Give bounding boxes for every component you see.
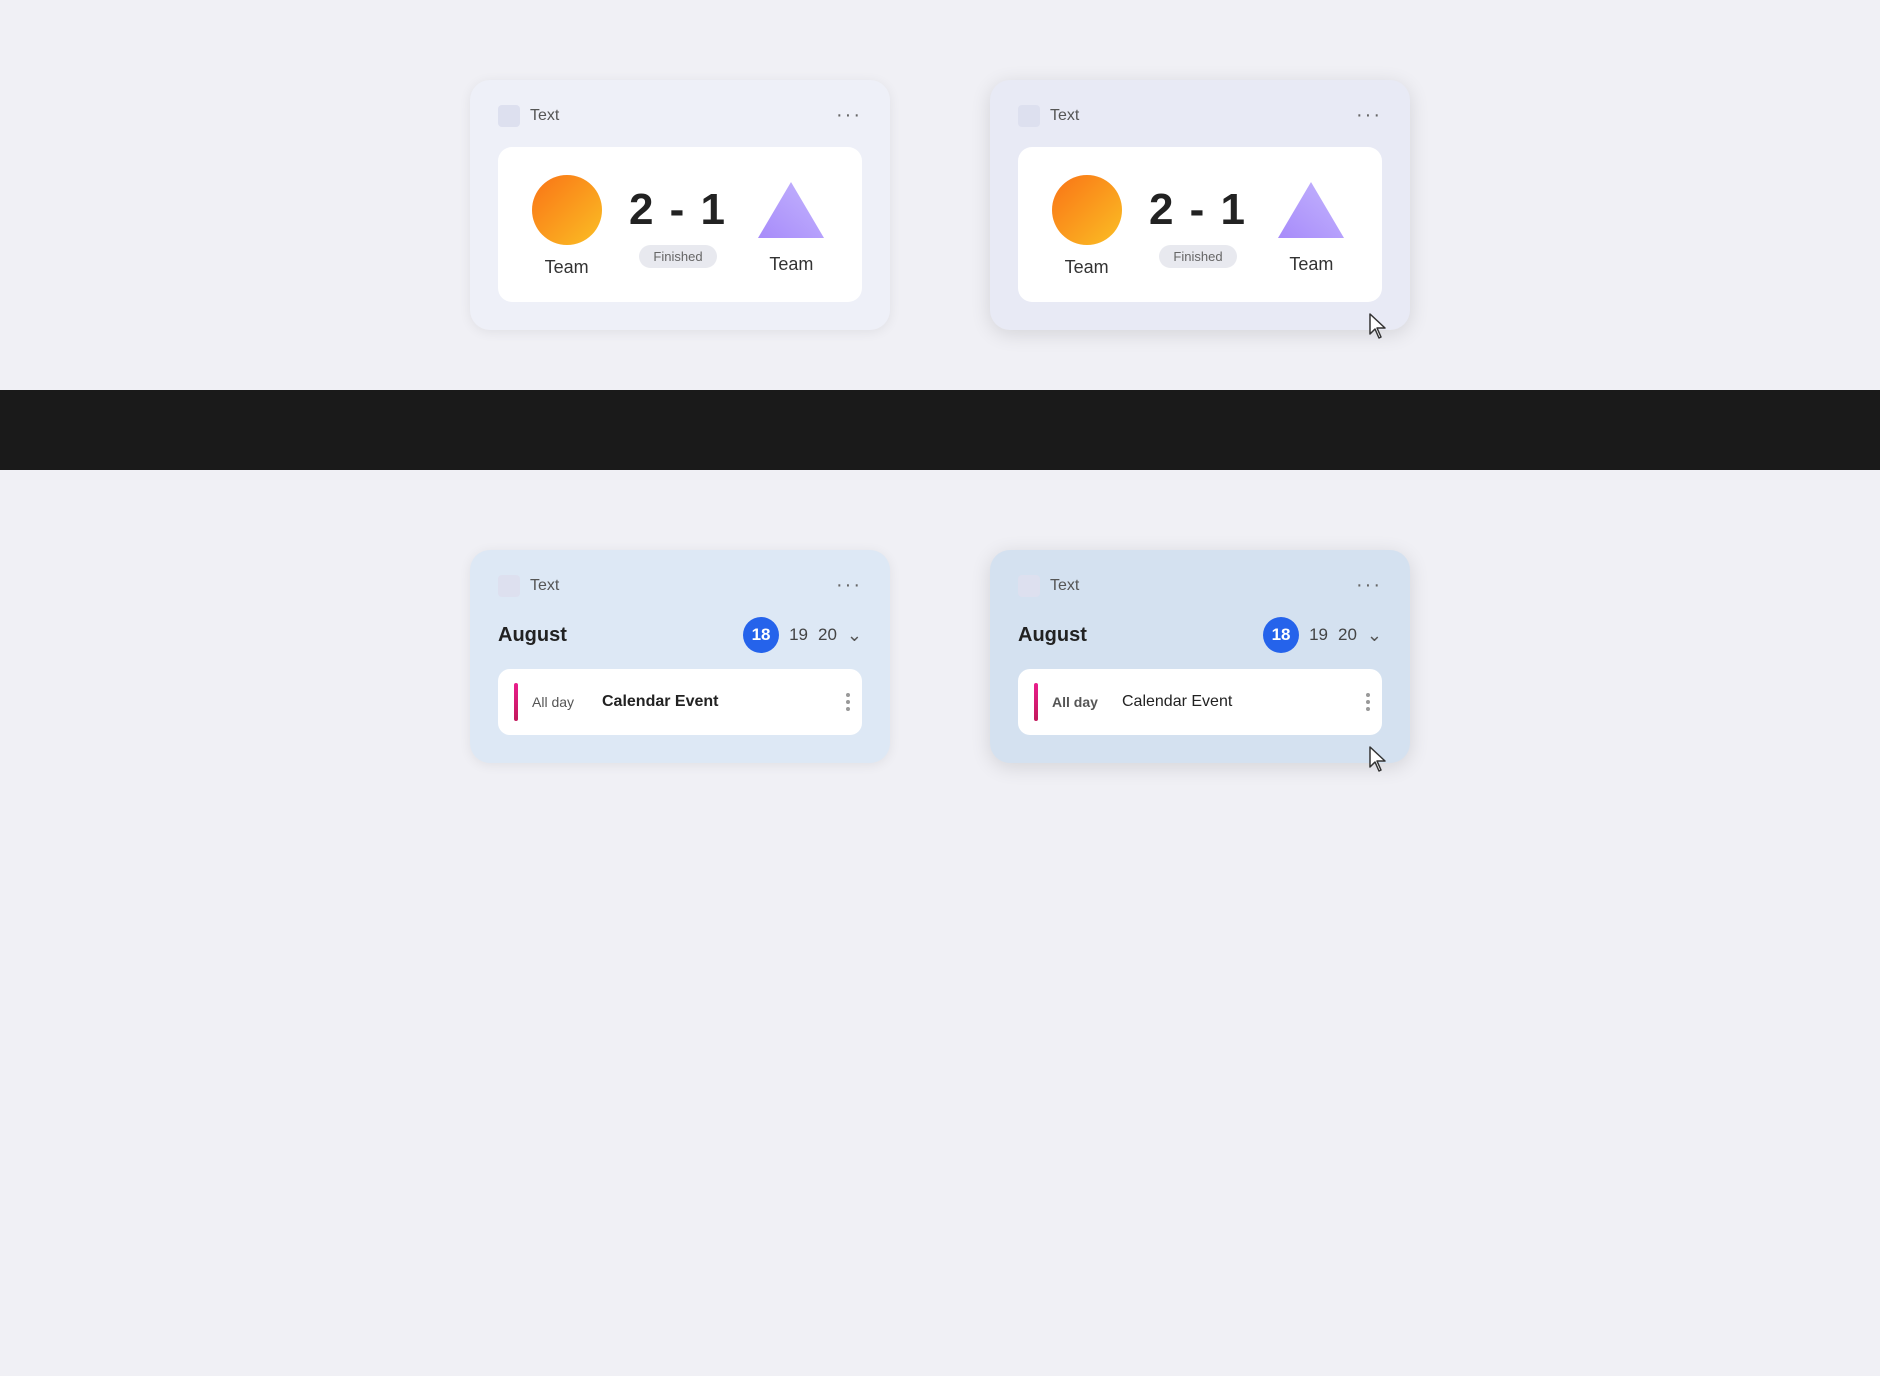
calendar-card-left: Text ··· August 18 19 20 ⌄ All day Calen… <box>470 550 890 763</box>
team2-name-right: Team <box>1289 254 1333 275</box>
team1-name-left: Team <box>545 257 589 278</box>
score-center-right: 2 - 1 Finished <box>1149 185 1247 268</box>
team1-block-right: Team <box>1052 175 1122 278</box>
cal-month-right: August <box>1018 624 1087 647</box>
bottom-section: Text ··· August 18 19 20 ⌄ All day Calen… <box>0 470 1880 823</box>
card-header-right-group: Text <box>1018 105 1079 127</box>
status-badge-left: Finished <box>639 245 716 268</box>
score-value-left: 2 - 1 <box>629 185 727 235</box>
card-header-left-group: Text <box>498 105 559 127</box>
event-dot1-left <box>846 693 850 697</box>
header-icon-right <box>1018 105 1040 127</box>
score-inner-left: Team 2 - 1 Finished Team <box>498 147 862 302</box>
cal-event-row-left[interactable]: All day Calendar Event <box>498 669 862 735</box>
cal-date-19-left[interactable]: 19 <box>789 625 808 645</box>
cal-event-row-right[interactable]: All day Calendar Event <box>1018 669 1382 735</box>
team1-name-right: Team <box>1065 257 1109 278</box>
cal-header-right: Text ··· <box>1018 574 1382 597</box>
team2-logo-left <box>754 178 828 242</box>
event-allday-right: All day <box>1052 694 1108 710</box>
card-header-left: Text ··· <box>498 104 862 127</box>
score-value-right: 2 - 1 <box>1149 185 1247 235</box>
cal-chevron-right[interactable]: ⌄ <box>1367 625 1382 646</box>
cal-more-left[interactable]: ··· <box>836 574 862 597</box>
card-title-left: Text <box>530 107 559 125</box>
event-title-left: Calendar Event <box>602 693 718 711</box>
score-card-left: Text ··· Team 2 - 1 Finished <box>470 80 890 330</box>
cal-date-20-right[interactable]: 20 <box>1338 625 1357 645</box>
event-dot3-right <box>1366 707 1370 711</box>
team2-name-left: Team <box>769 254 813 275</box>
score-card-right: Text ··· Team 2 - 1 Finished <box>990 80 1410 330</box>
cal-header-icon-right <box>1018 575 1040 597</box>
event-dot2-left <box>846 700 850 704</box>
cal-header-left: Text ··· <box>498 574 862 597</box>
cal-title-right: Text <box>1050 577 1079 595</box>
team1-logo-left <box>532 175 602 245</box>
cursor-icon-calendar <box>1366 745 1390 773</box>
cal-month-row-right: August 18 19 20 ⌄ <box>1018 617 1382 653</box>
team2-logo-right <box>1274 178 1348 242</box>
cal-chevron-left[interactable]: ⌄ <box>847 625 862 646</box>
card-title-right: Text <box>1050 107 1079 125</box>
event-allday-left: All day <box>532 694 588 710</box>
cal-more-right[interactable]: ··· <box>1356 574 1382 597</box>
event-dot1-right <box>1366 693 1370 697</box>
cal-header-icon-left <box>498 575 520 597</box>
event-title-right: Calendar Event <box>1122 693 1232 711</box>
top-section: Text ··· Team 2 - 1 Finished <box>0 0 1880 390</box>
team1-logo-right <box>1052 175 1122 245</box>
cal-date-19-right[interactable]: 19 <box>1309 625 1328 645</box>
header-icon-left <box>498 105 520 127</box>
score-inner-right: Team 2 - 1 Finished Team <box>1018 147 1382 302</box>
cal-month-row-left: August 18 19 20 ⌄ <box>498 617 862 653</box>
team2-block-right: Team <box>1274 178 1348 275</box>
calendar-card-right: Text ··· August 18 19 20 ⌄ All day Calen… <box>990 550 1410 763</box>
cal-date-18-right[interactable]: 18 <box>1263 617 1299 653</box>
cal-date-20-left[interactable]: 20 <box>818 625 837 645</box>
event-bar-right <box>1034 683 1038 721</box>
event-more-right[interactable] <box>1366 693 1370 711</box>
event-dot3-left <box>846 707 850 711</box>
cal-header-right-group: Text <box>1018 575 1079 597</box>
more-options-left[interactable]: ··· <box>836 104 862 127</box>
cal-date-18-left[interactable]: 18 <box>743 617 779 653</box>
cursor-icon-score <box>1366 312 1390 340</box>
divider-bar <box>0 390 1880 470</box>
more-options-right[interactable]: ··· <box>1356 104 1382 127</box>
event-bar-left <box>514 683 518 721</box>
cal-date-chips-right: 18 19 20 ⌄ <box>1263 617 1382 653</box>
event-dot2-right <box>1366 700 1370 704</box>
cal-title-left: Text <box>530 577 559 595</box>
team1-block-left: Team <box>532 175 602 278</box>
status-badge-right: Finished <box>1159 245 1236 268</box>
score-center-left: 2 - 1 Finished <box>629 185 727 268</box>
cal-date-chips-left: 18 19 20 ⌄ <box>743 617 862 653</box>
cal-header-left-group: Text <box>498 575 559 597</box>
event-more-left[interactable] <box>846 693 850 711</box>
team2-block-left: Team <box>754 178 828 275</box>
cal-month-left: August <box>498 624 567 647</box>
card-header-right: Text ··· <box>1018 104 1382 127</box>
